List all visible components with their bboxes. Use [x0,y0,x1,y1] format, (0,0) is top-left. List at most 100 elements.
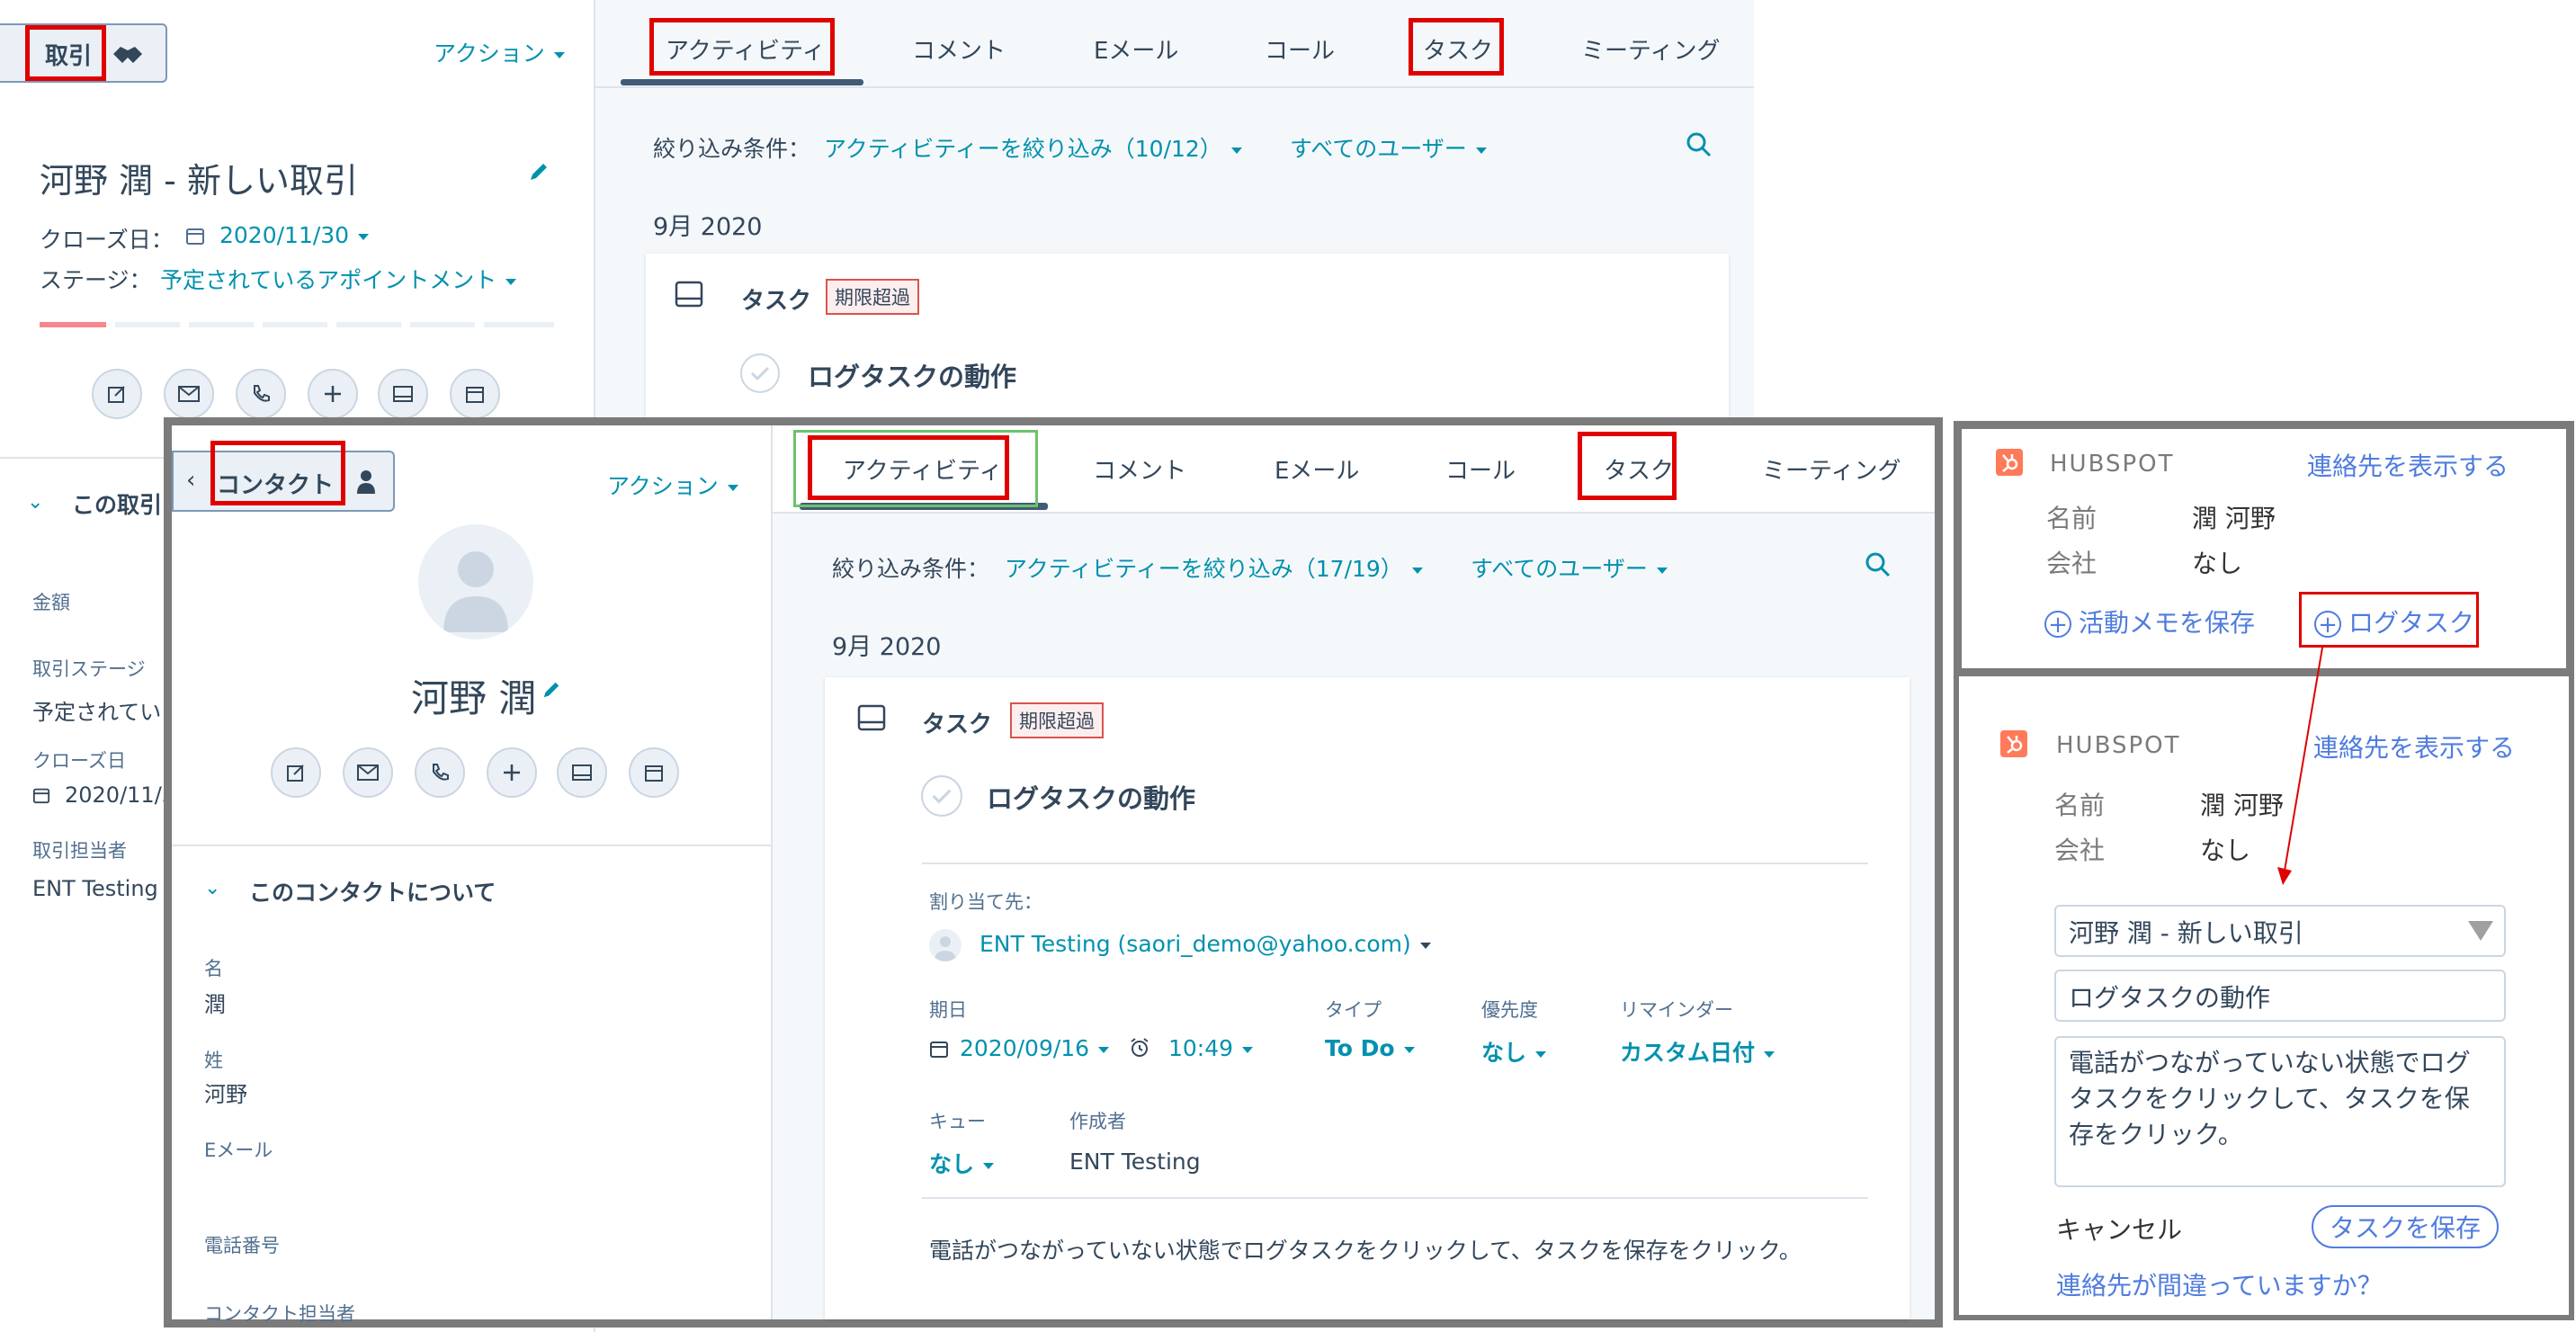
cancel-button[interactable]: キャンセル [2056,1211,2182,1247]
due-date-dropdown[interactable]: 2020/09/16 [960,1035,1110,1061]
first-name-label: 名 [204,958,223,979]
save-memo-button[interactable]: + 活動メモを保存 [2044,603,2255,639]
deal-about-heading: この取引 [72,492,163,518]
close-date-field-value[interactable]: 2020/11/3 [65,782,175,808]
tab-call[interactable]: コール [1445,452,1516,486]
note-icon[interactable] [271,747,321,798]
email-icon[interactable] [164,369,214,419]
priority-label: 優先度 [1481,999,1538,1021]
call-icon[interactable] [236,369,286,419]
wrong-contact-link[interactable]: 連絡先が間違っていますか？ [2056,1266,2383,1302]
tab-comment[interactable]: コメント [1093,452,1186,486]
plus-icon[interactable] [308,369,358,419]
type-label: タイプ [1325,999,1382,1021]
save-task-button[interactable]: タスクを保存 [2312,1205,2500,1248]
meeting-icon[interactable] [629,747,679,798]
company-value: なし [2200,836,2251,865]
filter-label: 絞り込み条件： [653,136,811,162]
handshake-icon [112,41,144,70]
chevron-down-icon[interactable]: ⌄ [27,491,43,514]
month-heading: 9月 2020 [653,213,763,241]
hubspot-brand: HUBSPOT [2056,732,2181,759]
chevron-down-icon[interactable]: ⌄ [204,877,220,899]
task-notes[interactable]: 電話がつながっていない状態でログタスクをクリックして、タスクを保存をクリック。 [929,1233,1802,1265]
call-icon[interactable] [415,747,465,798]
priority-dropdown[interactable]: なし [1481,1035,1547,1068]
tab-comment[interactable]: コメント [912,32,1006,66]
plus-circle-icon: + [2044,611,2071,638]
deal-stage-value[interactable]: 予定されてい [32,694,161,726]
edit-pencil-icon[interactable] [527,160,550,187]
task-title-input[interactable]: ログタスクの動作 [2054,970,2506,1022]
task-icon[interactable] [378,369,428,419]
view-contact-link[interactable]: 連絡先を表示する [2307,447,2509,483]
queue-dropdown[interactable]: なし [929,1147,995,1179]
deal-select[interactable]: 河野 潤 - 新しい取引 [2054,905,2506,957]
queue-label: キュー [929,1111,986,1132]
contact-owner-label: コンタクト担当者 [204,1303,355,1325]
type-dropdown[interactable]: To Do [1325,1035,1415,1061]
filter-activity-dropdown[interactable]: アクティビティーを絞り込み（17/19） [1005,551,1423,584]
company-label: 会社 [2054,836,2106,865]
deal-owner-label: 取引担当者 [32,840,127,862]
close-date-label: クローズ日： [40,227,174,253]
task-type-label: タスク [922,711,993,738]
amount-label: 金額 [32,592,70,613]
overdue-badge: 期限超過 [826,279,919,315]
annotation-arrow [2277,647,2323,885]
filter-users-dropdown[interactable]: すべてのユーザー [1471,551,1668,584]
meeting-icon[interactable] [450,369,500,419]
tab-email[interactable]: Eメール [1275,452,1359,486]
highlight-deal-task-tab [1409,18,1504,76]
contact-actions-dropdown[interactable]: アクション [607,469,738,501]
contact-sidebar: ‹ コンタクト アクション 河野 潤 ⌄ このコンタクトについて 名 潤 姓 河… [172,425,773,1325]
deal-actions-dropdown[interactable]: アクション [434,36,565,68]
close-date-dropdown[interactable]: 2020/11/30 [219,222,370,248]
name-label: 名前 [2046,504,2097,533]
last-name-value[interactable]: 河野 [204,1077,247,1108]
stage-dropdown[interactable]: 予定されているアポイントメント [160,263,517,295]
contact-record-frame: ‹ コンタクト アクション 河野 潤 ⌄ このコンタクトについて 名 潤 姓 河… [164,417,1943,1328]
tab-email[interactable]: Eメール [1094,32,1178,66]
task-title[interactable]: ログタスクの動作 [987,778,1195,816]
note-icon[interactable] [92,369,142,419]
task-icon[interactable] [557,747,607,798]
highlight-contact-activity-tab [808,435,1009,500]
deal-owner-value[interactable]: ENT Testing [32,876,158,901]
hubspot-logo-icon [2000,730,2027,757]
calendar-icon [32,786,50,808]
hubspot-logo-icon [1996,449,2023,476]
person-icon [355,469,377,497]
name-label: 名前 [2054,791,2106,820]
task-title[interactable]: ログタスクの動作 [808,356,1016,394]
task-type-icon [675,281,703,311]
overdue-badge: 期限超過 [1010,702,1104,738]
reminder-dropdown[interactable]: カスタム日付 [1620,1035,1775,1068]
first-name-value[interactable]: 潤 [204,987,226,1018]
assignee-dropdown[interactable]: ENT Testing (saori_demo@yahoo.com) [979,931,1431,957]
tab-meeting[interactable]: ミーティング [1581,32,1720,66]
plus-icon[interactable] [487,747,537,798]
alarm-clock-icon [1129,1037,1150,1062]
deal-stage-label: 取引ステージ [32,658,146,680]
due-time-dropdown[interactable]: 10:49 [1168,1035,1254,1061]
filter-activity-dropdown[interactable]: アクティビティーを絞り込み（10/12） [824,131,1242,164]
creator-label: 作成者 [1069,1111,1126,1132]
email-icon[interactable] [343,747,393,798]
search-icon[interactable] [1686,131,1713,162]
tab-call[interactable]: コール [1265,32,1335,66]
complete-check-icon[interactable] [920,774,963,821]
company-label: 会社 [2046,549,2097,578]
view-contact-link[interactable]: 連絡先を表示する [2313,729,2515,764]
search-icon[interactable] [1865,551,1892,582]
highlight-log-task [2299,592,2479,648]
name-value: 潤 河野 [2192,504,2276,533]
complete-check-icon[interactable] [739,353,781,398]
edit-pencil-icon[interactable] [541,679,562,704]
task-notes-textarea[interactable]: 電話がつながっていない状態でログタスクをクリックして、タスクを保存をクリック。 [2054,1036,2506,1187]
dropdown-triangle-icon [2468,921,2493,941]
back-chevron-icon[interactable]: ‹ [186,467,195,494]
filter-users-dropdown[interactable]: すべてのユーザー [1290,131,1487,164]
stage-progress-bar [40,322,554,327]
tab-meeting[interactable]: ミーティング [1762,452,1901,486]
